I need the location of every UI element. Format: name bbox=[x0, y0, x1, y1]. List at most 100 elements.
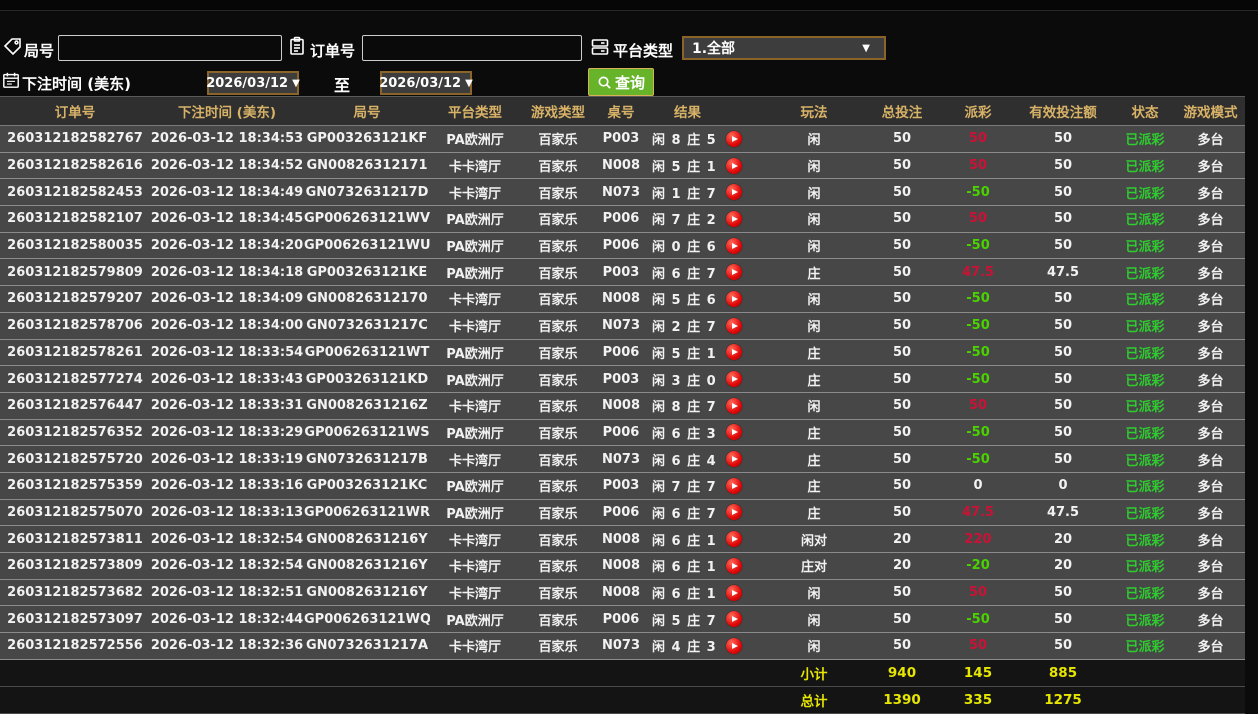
search-button[interactable]: 查询 bbox=[588, 68, 654, 96]
cell-order-no: 260312182578261 bbox=[0, 339, 150, 367]
cell-status: 已派彩 bbox=[1114, 419, 1176, 447]
play-icon[interactable] bbox=[726, 210, 742, 227]
play-icon[interactable] bbox=[726, 184, 742, 201]
cell-bet-time: 2026-03-12 18:33:13 bbox=[150, 499, 304, 527]
cell-bet-time: 2026-03-12 18:33:43 bbox=[150, 365, 304, 393]
cell-play-type: 庄 bbox=[768, 339, 860, 367]
cell-platform-type: PA欧洲厅 bbox=[430, 365, 520, 393]
play-icon[interactable] bbox=[726, 130, 742, 147]
play-icon[interactable] bbox=[726, 584, 742, 601]
grand-total-spacer bbox=[0, 685, 768, 714]
cell-bet-time: 2026-03-12 18:34:52 bbox=[150, 152, 304, 180]
cell-platform-type: 卡卡湾厅 bbox=[430, 178, 520, 207]
play-icon[interactable] bbox=[726, 317, 742, 334]
play-icon[interactable] bbox=[726, 237, 742, 254]
cell-platform-type: 卡卡湾厅 bbox=[430, 552, 520, 580]
cell-game-mode: 多台 bbox=[1176, 605, 1245, 634]
play-icon[interactable] bbox=[726, 637, 742, 654]
play-triangle bbox=[732, 269, 738, 276]
play-icon[interactable] bbox=[726, 531, 742, 548]
cell-valid-bet: 0 bbox=[1012, 472, 1114, 500]
round-filter-label: 局号 bbox=[24, 42, 55, 60]
date-to-select[interactable]: 2026/03/12 ▼ bbox=[379, 71, 473, 95]
cell-round-no: GN0732631217A bbox=[304, 632, 430, 660]
cell-play-type: 庄 bbox=[768, 419, 860, 447]
result-text: 闲 6 庄 4 bbox=[652, 453, 717, 469]
header-total-bet: 总投注 bbox=[860, 96, 944, 126]
cell-valid-bet: 50 bbox=[1012, 205, 1114, 233]
cell-game-mode: 多台 bbox=[1176, 312, 1245, 340]
cell-total-bet: 50 bbox=[860, 392, 944, 420]
play-icon[interactable] bbox=[726, 477, 742, 494]
cell-game-type: 百家乐 bbox=[520, 178, 596, 207]
cell-bet-time: 2026-03-12 18:33:31 bbox=[150, 392, 304, 420]
cell-total-bet: 50 bbox=[860, 499, 944, 527]
order-input[interactable] bbox=[362, 35, 582, 61]
play-icon[interactable] bbox=[726, 371, 742, 388]
cell-total-bet: 50 bbox=[860, 605, 944, 634]
table-row: 260312182582453 2026-03-12 18:34:49 GN07… bbox=[0, 178, 1245, 207]
subtotal-total-bet: 940 bbox=[860, 658, 944, 687]
cell-platform-type: 卡卡湾厅 bbox=[430, 285, 520, 313]
cell-valid-bet: 50 bbox=[1012, 605, 1114, 634]
search-button-label: 查询 bbox=[614, 73, 645, 92]
cell-game-mode: 多台 bbox=[1176, 365, 1245, 393]
play-icon[interactable] bbox=[726, 557, 742, 574]
cell-play-type: 闲 bbox=[768, 152, 860, 180]
cell-play-type: 庄 bbox=[768, 499, 860, 527]
cell-table-no: N008 bbox=[596, 552, 646, 580]
grand-total-row: 总计 1390 335 1275 bbox=[0, 685, 1245, 714]
cell-status: 已派彩 bbox=[1114, 552, 1176, 580]
round-input[interactable] bbox=[58, 35, 282, 61]
cell-status: 已派彩 bbox=[1114, 445, 1176, 473]
subtotal-spacer bbox=[0, 658, 768, 687]
cell-status: 已派彩 bbox=[1114, 205, 1176, 233]
cell-play-type: 闲 bbox=[768, 285, 860, 313]
play-triangle bbox=[732, 509, 738, 516]
cell-platform-type: PA欧洲厅 bbox=[430, 205, 520, 233]
play-triangle bbox=[732, 322, 738, 329]
play-icon[interactable] bbox=[726, 397, 742, 414]
play-icon[interactable] bbox=[726, 264, 742, 281]
cell-status: 已派彩 bbox=[1114, 258, 1176, 287]
play-icon[interactable] bbox=[726, 290, 742, 307]
cell-order-no: 260312182573809 bbox=[0, 552, 150, 580]
header-order-no: 订单号 bbox=[0, 96, 150, 126]
play-icon[interactable] bbox=[726, 504, 742, 521]
cell-order-no: 260312182573682 bbox=[0, 579, 150, 607]
cell-platform-type: PA欧洲厅 bbox=[430, 258, 520, 287]
cell-bet-time: 2026-03-12 18:33:54 bbox=[150, 339, 304, 367]
header-status: 状态 bbox=[1114, 96, 1176, 126]
play-icon[interactable] bbox=[726, 451, 742, 468]
cell-table-no: N073 bbox=[596, 632, 646, 660]
cell-game-mode: 多台 bbox=[1176, 178, 1245, 207]
cell-game-type: 百家乐 bbox=[520, 472, 596, 500]
cell-bet-time: 2026-03-12 18:32:44 bbox=[150, 605, 304, 634]
play-icon[interactable] bbox=[726, 344, 742, 361]
play-icon[interactable] bbox=[726, 611, 742, 628]
table-header-row: 订单号 下注时间 (美东) 局号 平台类型 游戏类型 桌号 结果 玩法 总投注 … bbox=[0, 96, 1245, 126]
result-text: 闲 0 庄 6 bbox=[652, 240, 717, 256]
cell-platform-type: PA欧洲厅 bbox=[430, 232, 520, 260]
filter-bar: 局号 订单号 平台类型 1.全部 ▼ 下注时间 (美东) 2026/03/12 … bbox=[0, 11, 1258, 96]
table-row: 260312182575720 2026-03-12 18:33:19 GN07… bbox=[0, 445, 1245, 473]
play-icon[interactable] bbox=[726, 157, 742, 174]
cell-total-bet: 50 bbox=[860, 205, 944, 233]
platform-select[interactable]: 1.全部 ▼ bbox=[682, 36, 886, 60]
play-icon[interactable] bbox=[726, 424, 742, 441]
date-from-select[interactable]: 2026/03/12 ▼ bbox=[206, 71, 300, 95]
cell-platform-type: PA欧洲厅 bbox=[430, 472, 520, 500]
bet-time-label: 下注时间 (美东) bbox=[22, 75, 131, 93]
cell-round-no: GP006263121WR bbox=[304, 499, 430, 527]
cell-round-no: GN00826312171 bbox=[304, 152, 430, 180]
cell-result: 闲 6 庄 1 bbox=[646, 579, 768, 607]
cell-payout: -50 bbox=[944, 605, 1012, 634]
cell-total-bet: 50 bbox=[860, 125, 944, 153]
cell-game-type: 百家乐 bbox=[520, 232, 596, 260]
cell-order-no: 260312182575359 bbox=[0, 472, 150, 500]
cell-valid-bet: 50 bbox=[1012, 232, 1114, 260]
cell-order-no: 260312182582767 bbox=[0, 125, 150, 153]
cell-status: 已派彩 bbox=[1114, 312, 1176, 340]
cell-play-type: 庄 bbox=[768, 445, 860, 473]
cell-game-mode: 多台 bbox=[1176, 125, 1245, 153]
